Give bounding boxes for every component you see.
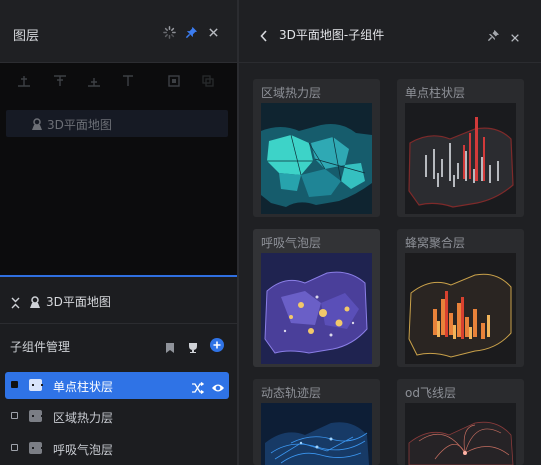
subcomponent-header: 3D平面地图 <box>0 277 237 324</box>
back-icon[interactable] <box>260 27 268 46</box>
align-center-icon[interactable] <box>53 73 67 87</box>
align-top-icon[interactable] <box>121 73 135 87</box>
bookmark-icon[interactable] <box>165 339 175 358</box>
trophy-icon[interactable] <box>187 339 199 358</box>
layer-panel-header: 图层 <box>0 0 237 63</box>
card-single-bar[interactable]: 单点柱状层 <box>397 79 524 217</box>
thumbnail-od-flyline <box>405 403 516 465</box>
library-header: 3D平面地图-子组件 <box>239 0 541 63</box>
subcomponent-item-label: 单点柱状层 <box>53 380 114 394</box>
layer-item-label: 3D平面地图 <box>47 118 112 132</box>
shuffle-icon[interactable] <box>191 379 205 398</box>
card-dynamic-track[interactable]: 动态轨迹层 <box>253 379 380 465</box>
card-breathing-bubble[interactable]: 呼吸气泡层 <box>253 229 380 367</box>
align-toolbar <box>0 63 237 99</box>
eye-icon[interactable] <box>211 379 225 398</box>
card-title: 动态轨迹层 <box>261 386 322 400</box>
card-region-heat[interactable]: 区域热力层 <box>253 79 380 217</box>
subcomponent-item-region-heat[interactable]: 区域热力层 <box>5 403 229 430</box>
loading-icon <box>162 25 176 39</box>
component-icon <box>29 442 43 454</box>
subcomponent-checkbox[interactable] <box>11 412 18 419</box>
layer-item-3d-map[interactable]: 3D平面地图 <box>6 110 228 137</box>
card-title: 呼吸气泡层 <box>261 236 322 250</box>
subcomponent-parent-label: 3D平面地图 <box>46 295 111 309</box>
subcomponent-item-single-bar[interactable]: 单点柱状层 <box>5 372 229 399</box>
copy-icon[interactable] <box>201 73 215 87</box>
card-title: 区域热力层 <box>261 86 322 100</box>
close-icon[interactable] <box>206 25 220 39</box>
component-icon <box>29 379 43 391</box>
thumbnail-region-heat <box>261 103 372 214</box>
thumbnail-single-bar <box>405 103 516 214</box>
map-pin-icon <box>29 294 41 313</box>
component-icon <box>29 410 43 422</box>
layer-panel: 图层 3D平面地图 3D平面地图 子组件管理 单点柱状层 区域热力层 呼吸气泡层 <box>0 0 237 465</box>
close-icon[interactable] <box>510 28 520 47</box>
align-right-icon[interactable] <box>87 73 101 87</box>
app-root: 图层 3D平面地图 3D平面地图 子组件管理 单点柱状层 区域热力层 呼吸气泡层… <box>0 0 541 465</box>
subcomponent-manage-row: 子组件管理 <box>0 335 237 357</box>
fit-icon[interactable] <box>167 73 181 87</box>
card-title: 蜂窝聚合层 <box>405 236 466 250</box>
add-icon[interactable] <box>210 337 224 356</box>
subcomponent-library-panel: 3D平面地图-子组件 区域热力层 单点柱状层 呼吸气泡层 蜂窝聚合层 动态轨迹层… <box>239 0 541 465</box>
card-title: od飞线层 <box>405 386 456 400</box>
card-honeycomb[interactable]: 蜂窝聚合层 <box>397 229 524 367</box>
layer-panel-title: 图层 <box>13 29 40 44</box>
pin-icon[interactable] <box>184 25 198 39</box>
subcomponent-checkbox[interactable] <box>11 444 18 451</box>
subcomponent-item-label: 呼吸气泡层 <box>53 443 114 457</box>
card-od-flyline[interactable]: od飞线层 <box>397 379 524 465</box>
card-title: 单点柱状层 <box>405 86 466 100</box>
thumbnail-breathing-bubble <box>261 253 372 364</box>
align-left-icon[interactable] <box>17 73 31 87</box>
library-title: 3D平面地图-子组件 <box>279 28 385 42</box>
subcomponent-manage-label: 子组件管理 <box>10 340 71 354</box>
thumbnail-dynamic-track <box>261 403 372 465</box>
thumbnail-honeycomb <box>405 253 516 364</box>
map-pin-icon <box>31 116 43 135</box>
subcomponent-checkbox[interactable] <box>11 381 18 388</box>
unpin-icon[interactable] <box>487 27 500 46</box>
collapse-icon[interactable] <box>10 294 21 313</box>
subcomponent-item-breathing-bubble[interactable]: 呼吸气泡层 <box>5 435 229 462</box>
subcomponent-item-label: 区域热力层 <box>53 411 114 425</box>
